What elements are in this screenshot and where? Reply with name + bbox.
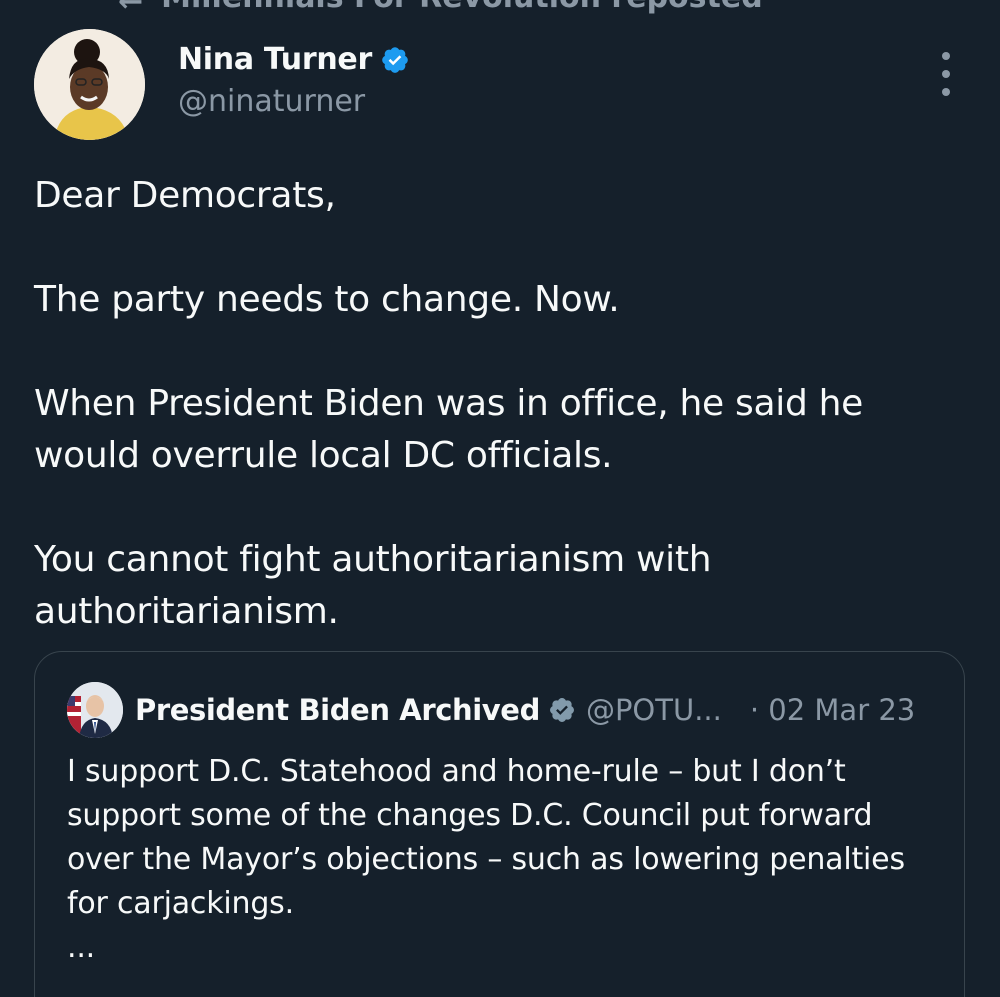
author-avatar[interactable] [34, 29, 145, 140]
repost-context[interactable]: ⇄ Millennials For Revolution reposted [118, 0, 763, 15]
quoted-tweet-header: President Biden Archived @POTU... · 02 M… [67, 682, 915, 738]
tweet-paragraph: You cannot fight authoritarianism with a… [34, 539, 712, 632]
quoted-author-name[interactable]: President Biden Archived [135, 693, 540, 727]
quoted-tweet-ellipsis: ... [67, 930, 96, 965]
tweet-paragraph: Dear Democrats, [34, 175, 336, 216]
quoted-author-avatar[interactable] [67, 682, 123, 738]
author-name[interactable]: Nina Turner [178, 42, 372, 77]
quoted-tweet-text: I support D.C. Statehood and home-rule –… [67, 754, 905, 921]
author-name-row[interactable]: Nina Turner [178, 42, 410, 77]
quoted-tweet-date[interactable]: · 02 Mar 23 [750, 693, 915, 727]
verified-badge-icon [380, 45, 410, 75]
tweet-view: ⇄ Millennials For Revolution reposted Nin… [0, 0, 1000, 997]
repost-icon: ⇄ [118, 0, 143, 15]
quoted-author-handle[interactable]: @POTU... [586, 693, 722, 727]
tweet-paragraph: The party needs to change. Now. [34, 279, 620, 320]
author-handle[interactable]: @ninaturner [178, 84, 365, 119]
tweet-body: Dear Democrats, The party needs to chang… [34, 170, 964, 638]
more-options-icon[interactable] [926, 52, 966, 96]
quoted-tweet-card[interactable]: President Biden Archived @POTU... · 02 M… [34, 651, 965, 997]
tweet-paragraph: When President Biden was in office, he s… [34, 383, 864, 476]
gray-checkmark-icon [548, 696, 576, 724]
quoted-tweet-body: I support D.C. Statehood and home-rule –… [67, 750, 947, 970]
repost-context-text: Millennials For Revolution reposted [161, 0, 763, 15]
